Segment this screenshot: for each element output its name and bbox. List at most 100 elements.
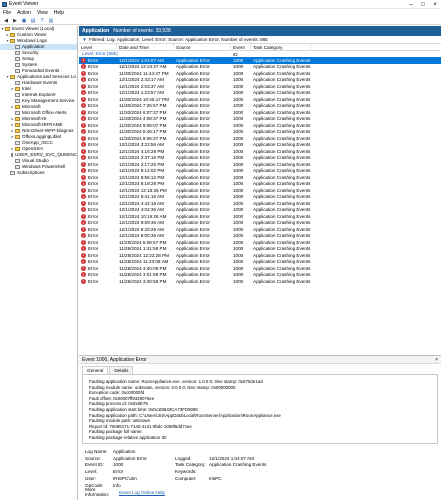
show-hide-tree-icon[interactable]: ▤: [30, 18, 36, 24]
tab-general[interactable]: General: [82, 366, 109, 374]
event-level-text: Error: [88, 148, 99, 154]
error-icon: !: [81, 142, 86, 148]
event-source-cell: Application Error: [176, 129, 210, 135]
up-folder-icon[interactable]: ▣: [21, 18, 27, 24]
tab-details[interactable]: Details: [109, 366, 134, 374]
event-category-cell: Application Crashing Events: [253, 239, 311, 245]
event-level-cell: ! Error: [79, 265, 117, 271]
error-icon: !: [81, 220, 86, 226]
event-id-cell: 1000: [233, 207, 244, 213]
column-header-date[interactable]: Date and Time: [117, 43, 174, 51]
error-icon: !: [81, 70, 86, 76]
event-category-cell: Application Crashing Events: [253, 278, 311, 284]
log-icon: [15, 165, 20, 169]
source-value: Application Error: [113, 455, 147, 461]
event-id-cell: 1000: [233, 233, 244, 239]
event-date-cell: 12/1/2024 2:17:26 PM: [119, 161, 165, 167]
log-name: Application: [82, 28, 110, 34]
event-date-cell: 12/1/2024 2:43:17 AM: [119, 77, 164, 83]
event-category-cell: Application Crashing Events: [253, 181, 311, 187]
event-level-text: Error: [88, 122, 99, 128]
folder-icon: [15, 147, 20, 151]
close-detail-icon[interactable]: ×: [435, 356, 441, 363]
event-source-cell: Application Error: [176, 122, 210, 128]
event-level-text: Error: [88, 142, 99, 148]
column-header-source[interactable]: Source: [174, 43, 231, 51]
event-category-cell: Application Crashing Events: [253, 265, 311, 271]
event-category-cell: Application Crashing Events: [253, 259, 311, 265]
forward-arrow-icon[interactable]: ▶: [12, 18, 18, 24]
menu-file[interactable]: File: [3, 10, 11, 16]
event-level-text: Error: [88, 233, 99, 239]
event-level-text: Error: [88, 226, 99, 232]
event-level-cell: ! Error: [79, 187, 117, 193]
window-controls: – □ ×: [405, 0, 441, 9]
event-level-text: Error: [88, 278, 99, 284]
error-icon: !: [81, 155, 86, 161]
column-header-event-id[interactable]: Event ID: [231, 43, 251, 57]
event-date-cell: 11/30/2024 4:08:37 PM: [119, 116, 167, 122]
detail-header: Event 1000, Application Error ×: [79, 356, 441, 364]
event-properties: Log Name: Application Source: Applicatio…: [85, 448, 438, 498]
help-icon[interactable]: ?: [39, 18, 45, 24]
event-id-cell: 1000: [233, 239, 244, 245]
minimize-icon[interactable]: –: [405, 0, 417, 9]
event-log-online-help-link[interactable]: Event Log Online Help: [119, 490, 209, 495]
error-icon: !: [81, 122, 86, 128]
log-icon: [15, 93, 20, 97]
event-category-cell: Application Crashing Events: [253, 252, 311, 258]
error-icon: !: [81, 135, 86, 141]
event-level-cell: ! Error: [79, 161, 117, 167]
maximize-icon[interactable]: □: [417, 0, 429, 9]
menu-view[interactable]: View: [37, 10, 48, 16]
event-category-cell: Application Crashing Events: [253, 142, 311, 148]
event-source-cell: Application Error: [176, 135, 210, 141]
event-level-cell: ! Error: [79, 77, 117, 83]
event-level-cell: ! Error: [79, 194, 117, 200]
error-icon: !: [81, 226, 86, 232]
action-pane-icon[interactable]: ▥: [48, 18, 54, 24]
event-source-cell: Application Error: [176, 213, 210, 219]
column-header-level[interactable]: Level: [79, 43, 117, 51]
event-date-cell: 11/30/2024 9:06:07 PM: [119, 122, 167, 128]
event-level-cell: ! Error: [79, 116, 117, 122]
log-icon: [15, 63, 20, 67]
event-date-cell: 11/30/2024 7:26:57 PM: [119, 103, 167, 109]
event-source-cell: Application Error: [176, 155, 210, 161]
event-id-cell: 1000: [233, 122, 244, 128]
event-source-cell: Application Error: [176, 278, 210, 284]
event-id-cell: 1000: [233, 77, 244, 83]
event-category-cell: Application Crashing Events: [253, 129, 311, 135]
event-date-cell: 12/1/2024 4:42:16 AM: [119, 200, 164, 206]
error-icon: !: [81, 129, 86, 135]
more-info-label: More Information:: [85, 487, 110, 498]
event-level-cell: ! Error: [79, 57, 117, 63]
filter-icon: ▼: [82, 37, 87, 42]
event-row[interactable]: ! Error 11/28/2024 3:40:58 PM Application E…: [79, 278, 441, 285]
event-date-cell: 12/1/2024 8:00:36 AM: [119, 233, 164, 239]
event-id-cell: 1000: [233, 90, 244, 96]
event-id-cell: 1000: [233, 148, 244, 154]
event-category-cell: Application Crashing Events: [253, 116, 311, 122]
column-header-task-category[interactable]: Task Category: [251, 43, 311, 51]
event-level-cell: ! Error: [79, 174, 117, 180]
event-id-cell: 1000: [233, 200, 244, 206]
folder-icon: [10, 39, 15, 43]
close-icon[interactable]: ×: [429, 0, 441, 9]
event-level-text: Error: [88, 174, 99, 180]
event-level-cell: ! Error: [79, 148, 117, 154]
event-category-cell: Application Crashing Events: [253, 200, 311, 206]
event-source-cell: Application Error: [176, 57, 210, 63]
event-level-text: Error: [88, 187, 99, 193]
content-pane: Application Number of events: 39,928 ▼ F…: [79, 26, 441, 500]
event-date-cell: 11/28/2024 12:22:28 PM: [119, 252, 169, 258]
tree-item[interactable]: Subscriptions: [0, 170, 77, 176]
back-arrow-icon[interactable]: ◀: [3, 18, 9, 24]
event-source-cell: Application Error: [176, 161, 210, 167]
error-icon: !: [81, 174, 86, 180]
error-icon: !: [81, 207, 86, 213]
menu-action[interactable]: Action: [17, 10, 31, 16]
menu-help[interactable]: Help: [54, 10, 64, 16]
event-date-cell: 12/1/2024 8:20:26 AM: [119, 226, 164, 232]
event-source-cell: Application Error: [176, 103, 210, 109]
